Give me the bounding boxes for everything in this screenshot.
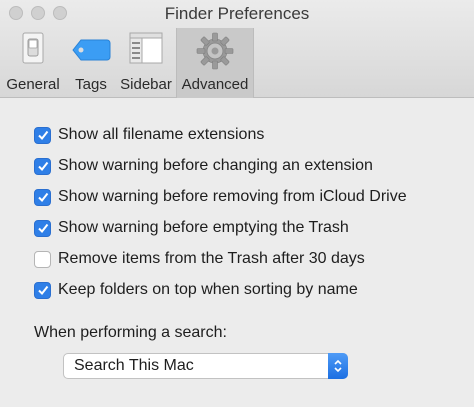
option-warn-icloud-remove[interactable]: Show warning before removing from iCloud… <box>34 186 407 208</box>
option-warn-empty-trash[interactable]: Show warning before emptying the Trash <box>34 217 349 239</box>
checkbox-checked[interactable] <box>34 126 51 144</box>
checkbox-checked[interactable] <box>34 219 51 237</box>
tab-tags-label: Tags <box>75 76 107 93</box>
tab-general[interactable]: General <box>0 28 66 98</box>
tab-general-label: General <box>6 76 60 93</box>
checkbox-unchecked[interactable] <box>34 250 51 268</box>
tab-advanced-label: Advanced <box>181 76 249 93</box>
title-bar: Finder Preferences General Tags Sidebar … <box>0 0 474 98</box>
option-label: Show warning before removing from iCloud… <box>58 188 407 205</box>
chevron-up-down-icon[interactable] <box>328 353 348 379</box>
tab-sidebar[interactable]: Sidebar <box>116 28 176 98</box>
finder-preferences-window: Finder Preferences General Tags Sidebar … <box>0 0 474 407</box>
window-title: Finder Preferences <box>164 4 310 23</box>
option-warn-change-extension[interactable]: Show warning before changing an extensio… <box>34 155 373 177</box>
option-label: Show warning before emptying the Trash <box>58 219 349 236</box>
gear-icon <box>196 32 234 74</box>
option-folders-on-top[interactable]: Keep folders on top when sorting by name <box>34 279 358 301</box>
search-scope-label: When performing a search: <box>34 324 227 341</box>
checkbox-checked[interactable] <box>34 188 51 206</box>
option-label: Show all filename extensions <box>58 126 265 143</box>
tab-advanced[interactable]: Advanced <box>176 28 254 98</box>
general-switch-icon <box>22 32 44 68</box>
option-label: Keep folders on top when sorting by name <box>58 281 358 298</box>
option-label: Show warning before changing an extensio… <box>58 157 373 174</box>
toolbar-tabs: General Tags Sidebar Advanced <box>0 28 254 98</box>
checkbox-checked[interactable] <box>34 281 51 299</box>
checkbox-checked[interactable] <box>34 157 51 175</box>
tab-tags[interactable]: Tags <box>66 28 116 98</box>
tab-sidebar-label: Sidebar <box>120 76 172 93</box>
search-scope-select[interactable]: Search This Mac <box>63 353 348 379</box>
option-label: Remove items from the Trash after 30 day… <box>58 250 365 267</box>
search-scope-value: Search This Mac <box>74 357 194 374</box>
option-show-extensions[interactable]: Show all filename extensions <box>34 124 264 146</box>
advanced-pane: Show all filename extensions Show warnin… <box>0 110 474 407</box>
option-remove-trash-30-days[interactable]: Remove items from the Trash after 30 day… <box>34 248 365 270</box>
tag-icon <box>71 38 111 66</box>
sidebar-icon <box>129 32 163 68</box>
